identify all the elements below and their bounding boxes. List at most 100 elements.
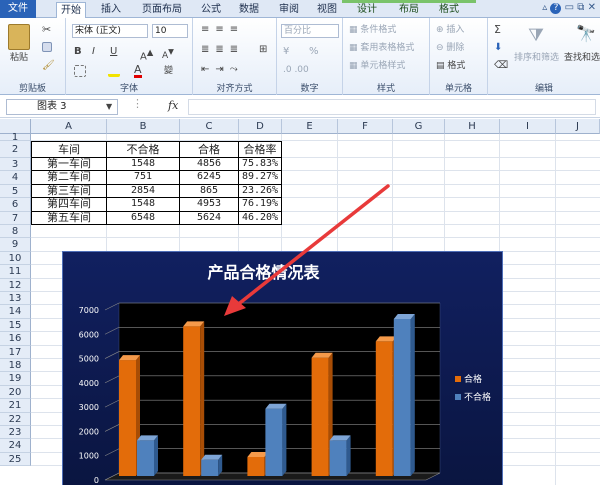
table-cell[interactable]: 4953 xyxy=(180,198,239,212)
find-select-label[interactable]: 查找和选 xyxy=(564,52,600,64)
tab-data[interactable]: 数据 xyxy=(234,2,264,18)
chart-object[interactable]: 产品合格情况表 0 1000 2000 3000 4000 5000 6000 7000 合格 不合… xyxy=(62,251,503,485)
table-cell[interactable]: 751 xyxy=(107,171,180,185)
formula-input[interactable] xyxy=(188,99,596,115)
tab-chart-design[interactable]: 设计 xyxy=(352,2,382,18)
table-cell[interactable]: 第一车间 xyxy=(31,158,107,172)
row-header-16[interactable]: 16 xyxy=(0,332,31,346)
name-box-dropdown-icon[interactable]: ▼ xyxy=(106,101,112,113)
name-box[interactable]: 图表 3 xyxy=(6,99,118,115)
number-format-combo[interactable]: 百分比 xyxy=(281,24,339,38)
decimal-icons[interactable]: .0 .00 xyxy=(283,64,309,76)
row-header-22[interactable]: 22 xyxy=(0,412,31,426)
table-cell[interactable]: 第五车间 xyxy=(31,211,107,225)
tab-chart-layout[interactable]: 布局 xyxy=(394,2,424,18)
table-cell[interactable]: 6548 xyxy=(107,211,180,225)
insert-function-button[interactable]: fx xyxy=(168,99,178,112)
row-header-11[interactable]: 11 xyxy=(0,265,31,279)
table-cell[interactable]: 4856 xyxy=(180,158,239,172)
table-header-cell[interactable]: 合格 xyxy=(180,141,239,158)
border-icon[interactable] xyxy=(74,65,86,77)
column-header-C[interactable]: C xyxy=(180,119,239,134)
fill-color-icon[interactable] xyxy=(108,65,120,77)
table-cell[interactable]: 第四车间 xyxy=(31,198,107,212)
column-header-E[interactable]: E xyxy=(282,119,338,134)
cut-icon[interactable]: ✂ xyxy=(42,24,51,36)
row-header-8[interactable]: 8 xyxy=(0,225,31,239)
minimize-ribbon-icon[interactable]: ▵ xyxy=(542,2,547,13)
tab-insert[interactable]: 插入 xyxy=(96,2,126,18)
table-cell[interactable]: 76.19% xyxy=(239,198,282,212)
table-header-cell[interactable]: 车间 xyxy=(31,141,107,158)
cell-styles-button[interactable]: ▦ 单元格样式 xyxy=(349,60,405,72)
row-header-17[interactable]: 17 xyxy=(0,345,31,359)
table-cell[interactable]: 865 xyxy=(180,184,239,199)
fill-icon[interactable]: ⬇ xyxy=(494,42,502,54)
column-header-B[interactable]: B xyxy=(107,119,180,134)
table-cell[interactable]: 46.20% xyxy=(239,211,282,225)
insert-cells-button[interactable]: ⊕ 插入 xyxy=(436,24,464,36)
column-header-F[interactable]: F xyxy=(338,119,393,134)
sort-filter-icon[interactable]: ⧩ xyxy=(528,26,544,46)
column-header-D[interactable]: D xyxy=(239,119,282,134)
grow-font-icon[interactable]: A▲ xyxy=(140,46,153,63)
row-header-3[interactable]: 3 xyxy=(0,158,31,172)
row-header-14[interactable]: 14 xyxy=(0,305,31,319)
tab-formulas[interactable]: 公式 xyxy=(196,2,226,18)
autosum-icon[interactable]: Σ xyxy=(494,24,501,36)
delete-cells-button[interactable]: ⊖ 删除 xyxy=(436,42,464,54)
minimize-icon[interactable]: ▭ xyxy=(565,2,574,13)
help-icon[interactable]: ? xyxy=(550,3,562,14)
bold-button[interactable]: B xyxy=(74,46,82,58)
column-header-H[interactable]: H xyxy=(445,119,500,134)
paste-icon[interactable] xyxy=(8,24,30,50)
phonetic-icon[interactable]: 變 xyxy=(164,65,173,77)
merge-cells-icon[interactable]: ⊞ xyxy=(259,44,267,56)
restore-icon[interactable]: ⧉ xyxy=(577,2,584,13)
format-as-table-button[interactable]: ▦ 套用表格格式 xyxy=(349,42,414,54)
table-cell[interactable]: 23.26% xyxy=(239,184,282,199)
row-header-24[interactable]: 24 xyxy=(0,439,31,453)
table-cell[interactable]: 5624 xyxy=(180,211,239,225)
table-header-cell[interactable]: 合格率 xyxy=(239,141,282,158)
row-header-19[interactable]: 19 xyxy=(0,372,31,386)
currency-icon[interactable]: ¥ xyxy=(283,46,289,58)
format-cells-button[interactable]: ▤ 格式 xyxy=(436,60,465,72)
row-header-9[interactable]: 9 xyxy=(0,238,31,252)
row-header-13[interactable]: 13 xyxy=(0,292,31,306)
row-header-21[interactable]: 21 xyxy=(0,399,31,413)
tab-file[interactable]: 文件 xyxy=(0,0,36,18)
row-header-1[interactable]: 1 xyxy=(0,133,31,143)
row-header-4[interactable]: 4 xyxy=(0,171,31,185)
table-cell[interactable]: 1548 xyxy=(107,158,180,172)
table-cell[interactable]: 第二车间 xyxy=(31,171,107,185)
shrink-font-icon[interactable]: A▼ xyxy=(162,46,174,62)
table-cell[interactable]: 2854 xyxy=(107,184,180,199)
clear-icon[interactable]: ⌫ xyxy=(494,60,508,72)
table-cell[interactable]: 1548 xyxy=(107,198,180,212)
row-header-25[interactable]: 25 xyxy=(0,452,31,467)
column-header-A[interactable]: A xyxy=(31,119,107,134)
find-select-icon[interactable]: 🔭 xyxy=(576,24,596,44)
sort-filter-label[interactable]: 排序和筛选 xyxy=(514,52,559,64)
table-cell[interactable]: 第三车间 xyxy=(31,184,107,199)
row-header-5[interactable]: 5 xyxy=(0,184,31,199)
column-header-G[interactable]: G xyxy=(393,119,445,134)
table-header-cell[interactable]: 不合格 xyxy=(107,141,180,158)
tab-page-layout[interactable]: 页面布局 xyxy=(136,2,188,18)
row-header-2[interactable]: 2 xyxy=(0,141,31,158)
table-cell[interactable]: 6245 xyxy=(180,171,239,185)
format-painter-icon[interactable]: 🖌 xyxy=(42,60,55,72)
font-color-icon[interactable]: A xyxy=(134,64,142,78)
row-header-15[interactable]: 15 xyxy=(0,318,31,333)
row-header-7[interactable]: 7 xyxy=(0,211,31,225)
underline-button[interactable]: U xyxy=(110,46,117,58)
table-cell[interactable]: 89.27% xyxy=(239,171,282,185)
row-header-12[interactable]: 12 xyxy=(0,278,31,292)
column-header-I[interactable]: I xyxy=(500,119,556,134)
row-header-6[interactable]: 6 xyxy=(0,198,31,212)
font-size-combo[interactable]: 10 xyxy=(152,24,188,38)
row-header-18[interactable]: 18 xyxy=(0,359,31,373)
row-header-20[interactable]: 20 xyxy=(0,385,31,400)
tab-view[interactable]: 视图 xyxy=(312,2,342,18)
